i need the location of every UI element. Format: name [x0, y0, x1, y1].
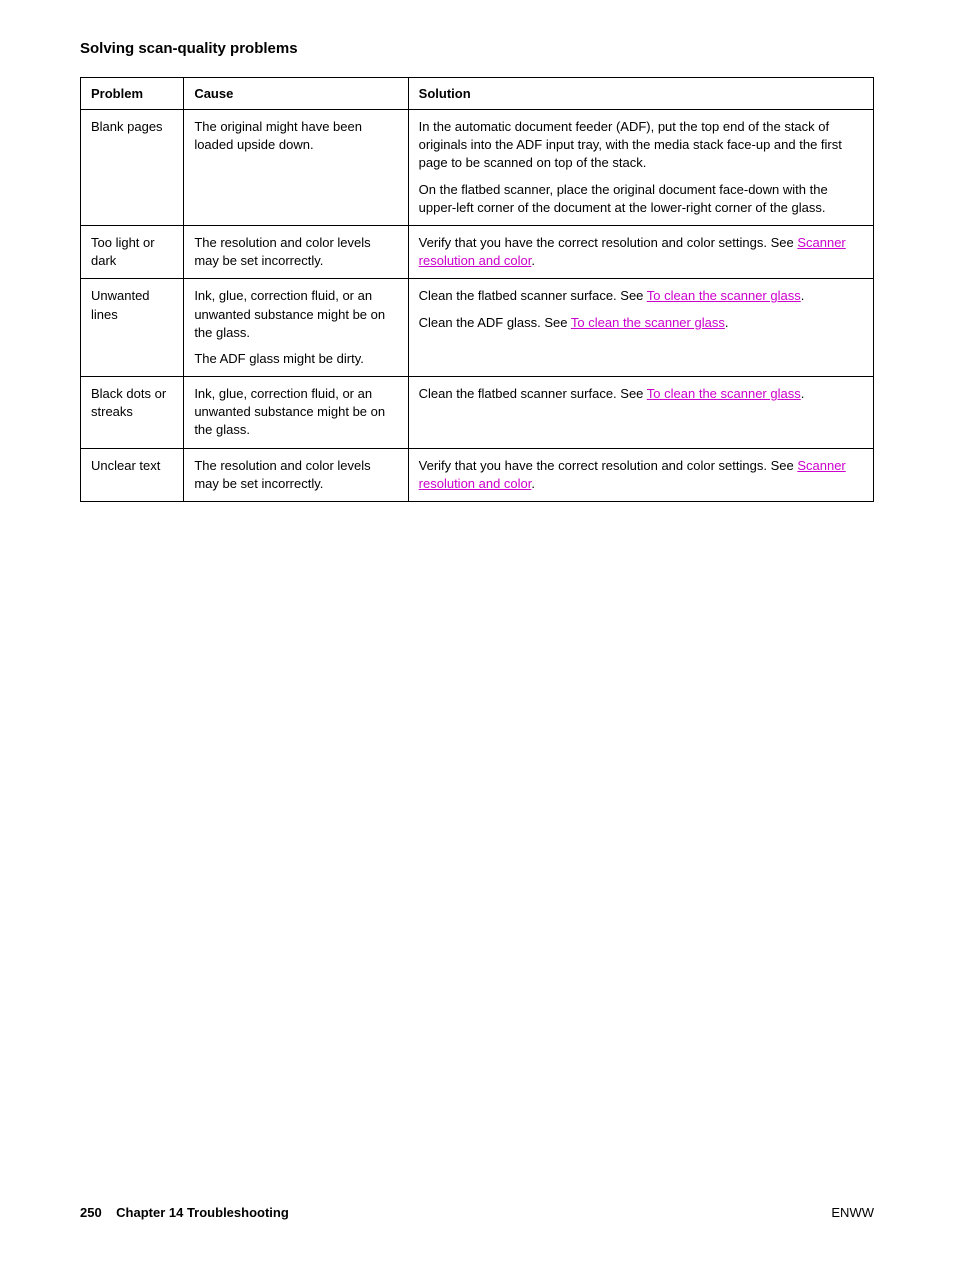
solution-cell: Clean the flatbed scanner surface. See T… — [408, 279, 873, 377]
cause-cell: The resolution and color levels may be s… — [184, 225, 408, 278]
col-header-solution: Solution — [408, 78, 873, 110]
solution-text-1: In the automatic document feeder (ADF), … — [419, 118, 863, 173]
solution-prefix: Clean the flatbed scanner surface. See — [419, 288, 647, 303]
solution-period: . — [531, 476, 535, 491]
clean-glass-link-3[interactable]: To clean the scanner glass — [647, 386, 801, 401]
col-header-cause: Cause — [184, 78, 408, 110]
table-row: Unwanted lines Ink, glue, correction flu… — [81, 279, 874, 377]
cause-text-2: The ADF glass might be dirty. — [194, 350, 397, 368]
cause-cell: Ink, glue, correction fluid, or an unwan… — [184, 279, 408, 377]
solution-text-1: Clean the flatbed scanner surface. See T… — [419, 287, 863, 305]
cause-text: The resolution and color levels may be s… — [194, 457, 397, 493]
problem-cell: Unclear text — [81, 448, 184, 501]
solution-cell: In the automatic document feeder (ADF), … — [408, 110, 873, 226]
table-row: Black dots or streaks Ink, glue, correct… — [81, 377, 874, 449]
problem-cell: Too light or dark — [81, 225, 184, 278]
solution-suffix: . — [801, 288, 805, 303]
solution-text-2: On the flatbed scanner, place the origin… — [419, 181, 863, 217]
solution-text: Clean the flatbed scanner surface. See — [419, 386, 647, 401]
solution-cell: Verify that you have the correct resolut… — [408, 448, 873, 501]
solution-period: . — [801, 386, 805, 401]
page-title: Solving scan-quality problems — [80, 40, 874, 57]
scan-quality-table: Problem Cause Solution Blank pages The o… — [80, 77, 874, 502]
solution-text-2: Clean the ADF glass. See To clean the sc… — [419, 314, 863, 332]
problem-cell: Blank pages — [81, 110, 184, 226]
problem-cell: Unwanted lines — [81, 279, 184, 377]
cause-text: The original might have been loaded upsi… — [194, 118, 397, 154]
clean-glass-link-1[interactable]: To clean the scanner glass — [647, 288, 801, 303]
cause-text: The resolution and color levels may be s… — [194, 234, 397, 270]
problem-cell: Black dots or streaks — [81, 377, 184, 449]
solution-cell: Verify that you have the correct resolut… — [408, 225, 873, 278]
cause-cell: Ink, glue, correction fluid, or an unwan… — [184, 377, 408, 449]
footer-right: ENWW — [831, 1205, 874, 1220]
col-header-problem: Problem — [81, 78, 184, 110]
page-footer: 250 Chapter 14 Troubleshooting ENWW — [80, 1185, 874, 1220]
cause-text-1: Ink, glue, correction fluid, or an unwan… — [194, 287, 397, 342]
chapter-info: Chapter 14 Troubleshooting — [116, 1205, 289, 1220]
solution-suffix-2: . — [725, 315, 729, 330]
footer-left: 250 Chapter 14 Troubleshooting — [80, 1205, 289, 1220]
cause-text: Ink, glue, correction fluid, or an unwan… — [194, 385, 397, 440]
solution-prefix-2: Clean the ADF glass. See — [419, 315, 571, 330]
table-row: Too light or dark The resolution and col… — [81, 225, 874, 278]
solution-cell: Clean the flatbed scanner surface. See T… — [408, 377, 873, 449]
cause-cell: The original might have been loaded upsi… — [184, 110, 408, 226]
solution-text: Verify that you have the correct resolut… — [419, 458, 798, 473]
table-row: Unclear text The resolution and color le… — [81, 448, 874, 501]
page-number: 250 — [80, 1205, 102, 1220]
solution-text: Verify that you have the correct resolut… — [419, 235, 798, 250]
solution-period: . — [531, 253, 535, 268]
table-row: Blank pages The original might have been… — [81, 110, 874, 226]
clean-glass-link-2[interactable]: To clean the scanner glass — [571, 315, 725, 330]
cause-cell: The resolution and color levels may be s… — [184, 448, 408, 501]
